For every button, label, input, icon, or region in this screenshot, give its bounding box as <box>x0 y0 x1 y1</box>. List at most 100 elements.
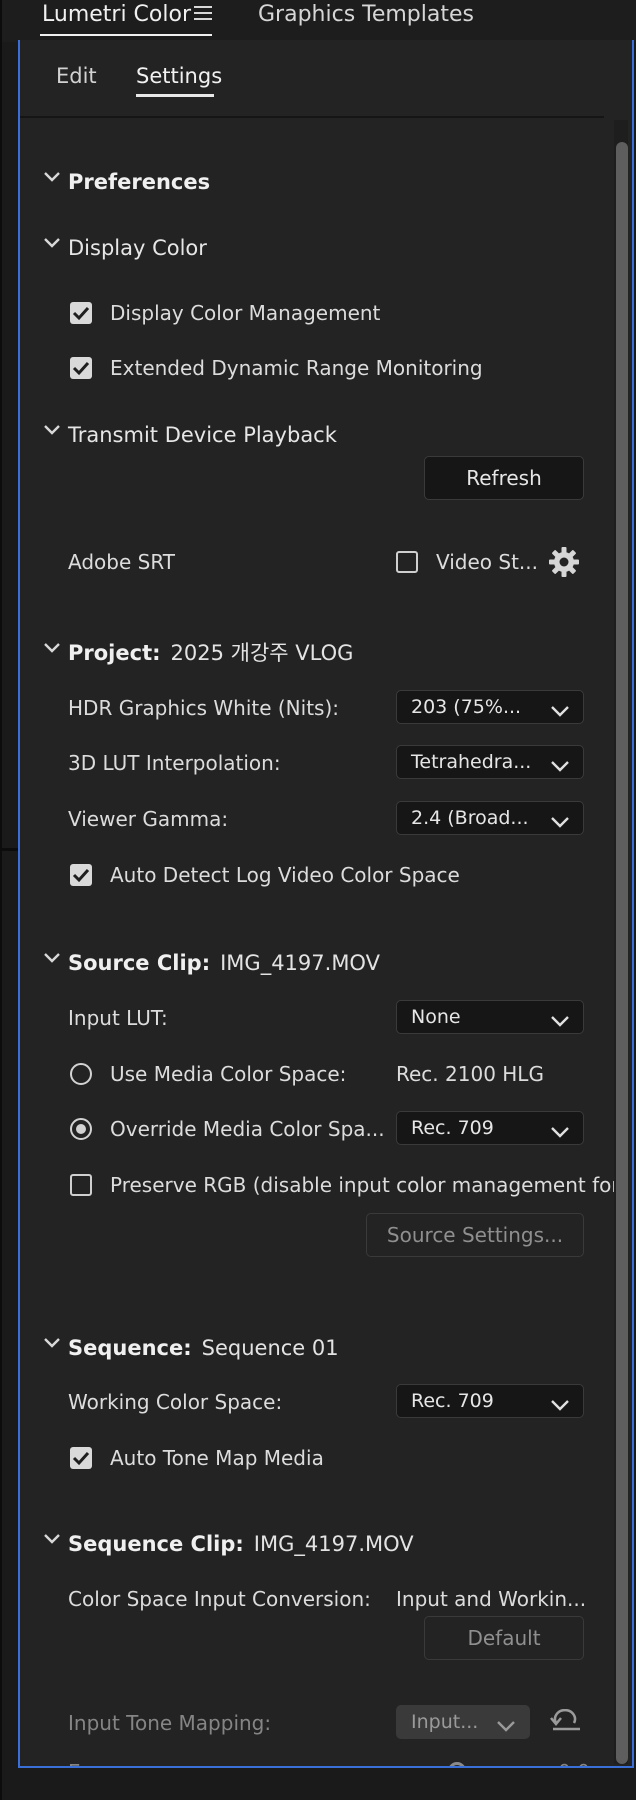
section-sequence-clip[interactable]: Sequence Clip: IMG_4197.MOV <box>20 1524 616 1564</box>
row-color-space-input-conversion: Color Space Input Conversion: Input and … <box>20 1579 616 1619</box>
row-working-color-space: Working Color Space: Rec. 709 <box>20 1382 616 1422</box>
section-project[interactable]: Project: 2025 개강주 VLOG <box>20 633 616 673</box>
dropdown-value: None <box>411 1006 461 1028</box>
section-title: Display Color <box>68 236 207 260</box>
chevron-down-icon <box>551 1123 569 1142</box>
radio-label: Override Media Color Spa... <box>110 1117 385 1141</box>
use-media-color-space-radio[interactable] <box>70 1063 92 1085</box>
row-3d-lut-interpolation: 3D LUT Interpolation: Tetrahedra... <box>20 743 616 783</box>
scrollbar-thumb[interactable] <box>616 142 628 1764</box>
checkbox-label: Auto Tone Map Media <box>110 1446 324 1470</box>
input-lut-dropdown[interactable]: None <box>396 1000 584 1034</box>
lut-interpolation-dropdown[interactable]: Tetrahedra... <box>396 745 584 779</box>
exposure-label: Exposure: <box>68 1752 167 1766</box>
dropdown-value: Tetrahedra... <box>411 751 532 773</box>
lut-interpolation-label: 3D LUT Interpolation: <box>68 751 281 775</box>
chevron-down-icon[interactable] <box>44 172 60 182</box>
adobe-srt-label: Adobe SRT <box>68 550 175 574</box>
row-use-media-color-space: Use Media Color Space: Rec. 2100 HLG <box>20 1054 616 1094</box>
row-input-lut: Input LUT: None <box>20 998 616 1038</box>
chevron-down-icon[interactable] <box>44 425 60 435</box>
checkbox-label: Auto Detect Log Video Color Space <box>110 863 460 887</box>
tab-graphics-templates[interactable]: Graphics Templates <box>258 2 474 27</box>
section-title: Project: <box>68 641 161 665</box>
input-lut-label: Input LUT: <box>68 1006 168 1030</box>
section-sequence[interactable]: Sequence: Sequence 01 <box>20 1328 616 1368</box>
chevron-down-icon <box>551 813 569 832</box>
auto-detect-log-checkbox[interactable] <box>70 864 92 886</box>
checkbox-label: Display Color Management <box>110 301 381 325</box>
dropdown-value: Rec. 709 <box>411 1390 494 1412</box>
dropdown-value: 203 (75%... <box>411 696 522 718</box>
section-title: Sequence Clip: <box>68 1532 244 1556</box>
override-media-color-space-dropdown[interactable]: Rec. 709 <box>396 1111 584 1145</box>
dropdown-value: Input... <box>411 1711 479 1733</box>
working-color-space-dropdown[interactable]: Rec. 709 <box>396 1384 584 1418</box>
exposure-value: 0.0 <box>558 1752 590 1766</box>
hdr-graphics-white-dropdown[interactable]: 203 (75%... <box>396 690 584 724</box>
section-title: Preferences <box>68 170 211 194</box>
panel-menu-icon[interactable] <box>194 6 212 20</box>
row-auto-detect-log: Auto Detect Log Video Color Space <box>20 855 616 895</box>
section-title: Source Clip: <box>68 951 211 975</box>
chevron-down-icon[interactable] <box>44 1534 60 1544</box>
video-stream-checkbox[interactable] <box>396 551 418 573</box>
chevron-down-icon <box>551 757 569 776</box>
video-stream-label: Video St... <box>436 550 539 574</box>
dropdown-value: Rec. 709 <box>411 1117 494 1139</box>
row-exposure: Exposure: 0.0 <box>20 1752 616 1766</box>
settings-content: Edit Settings Preferences Display Color … <box>20 40 616 1766</box>
override-media-color-space-radio[interactable] <box>70 1118 92 1140</box>
input-tone-mapping-label: Input Tone Mapping: <box>68 1711 272 1735</box>
project-name: 2025 개강주 VLOG <box>170 641 354 665</box>
section-title: Transmit Device Playback <box>68 423 337 447</box>
reset-icon[interactable] <box>548 1708 582 1739</box>
chevron-down-icon[interactable] <box>44 1338 60 1348</box>
tab-active-indicator <box>40 34 212 36</box>
default-button[interactable]: Default <box>424 1616 584 1660</box>
row-input-tone-mapping: Input Tone Mapping: Input... <box>20 1703 616 1743</box>
row-auto-tone-map: Auto Tone Map Media <box>20 1438 616 1478</box>
auto-tone-map-checkbox[interactable] <box>70 1447 92 1469</box>
viewer-gamma-dropdown[interactable]: 2.4 (Broad... <box>396 801 584 835</box>
chevron-down-icon[interactable] <box>44 953 60 963</box>
chevron-down-icon[interactable] <box>44 643 60 653</box>
tab-lumetri-color[interactable]: Lumetri Color <box>42 2 191 27</box>
input-tone-mapping-dropdown[interactable]: Input... <box>396 1705 530 1739</box>
chevron-down-icon[interactable] <box>44 238 60 248</box>
refresh-button[interactable]: Refresh <box>424 456 584 500</box>
section-source-clip[interactable]: Source Clip: IMG_4197.MOV <box>20 943 616 983</box>
panel-tab-bar: Lumetri Color Graphics Templates <box>0 0 636 42</box>
row-display-color-management: Display Color Management <box>20 293 616 333</box>
input-conversion-value: Input and Workin... <box>396 1587 587 1611</box>
row-adobe-srt: Adobe SRT Video St... <box>20 542 616 582</box>
radio-label: Use Media Color Space: <box>110 1062 347 1086</box>
row-viewer-gamma: Viewer Gamma: 2.4 (Broad... <box>20 799 616 839</box>
row-preserve-rgb: Preserve RGB (disable input color manage… <box>20 1165 616 1205</box>
left-frame-edge <box>0 0 2 1800</box>
input-conversion-label: Color Space Input Conversion: <box>68 1587 371 1611</box>
header-separator <box>20 116 604 118</box>
section-display-color[interactable]: Display Color <box>20 228 616 268</box>
left-pane-divider <box>0 848 18 851</box>
subtab-settings[interactable]: Settings <box>136 64 222 88</box>
section-transmit-device-playback[interactable]: Transmit Device Playback <box>20 415 616 455</box>
preserve-rgb-checkbox[interactable] <box>70 1174 92 1196</box>
checkbox-label: Extended Dynamic Range Monitoring <box>110 356 483 380</box>
source-settings-button[interactable]: Source Settings... <box>366 1213 584 1257</box>
chevron-down-icon <box>551 1012 569 1031</box>
extended-dynamic-range-checkbox[interactable] <box>70 357 92 379</box>
viewer-gamma-label: Viewer Gamma: <box>68 807 229 831</box>
gear-icon[interactable] <box>548 546 580 582</box>
display-color-management-checkbox[interactable] <box>70 302 92 324</box>
row-extended-dynamic-range: Extended Dynamic Range Monitoring <box>20 348 616 388</box>
section-preferences[interactable]: Preferences <box>20 162 616 202</box>
row-hdr-graphics-white: HDR Graphics White (Nits): 203 (75%... <box>20 688 616 728</box>
checkbox-label: Preserve RGB (disable input color manage… <box>110 1173 616 1197</box>
lumetri-settings-panel: Edit Settings Preferences Display Color … <box>18 40 634 1768</box>
source-clip-name: IMG_4197.MOV <box>220 951 380 975</box>
subtab-edit[interactable]: Edit <box>56 64 97 88</box>
working-color-space-label: Working Color Space: <box>68 1390 283 1414</box>
exposure-slider-handle[interactable] <box>448 1762 466 1766</box>
sequence-name: Sequence 01 <box>201 1336 339 1360</box>
